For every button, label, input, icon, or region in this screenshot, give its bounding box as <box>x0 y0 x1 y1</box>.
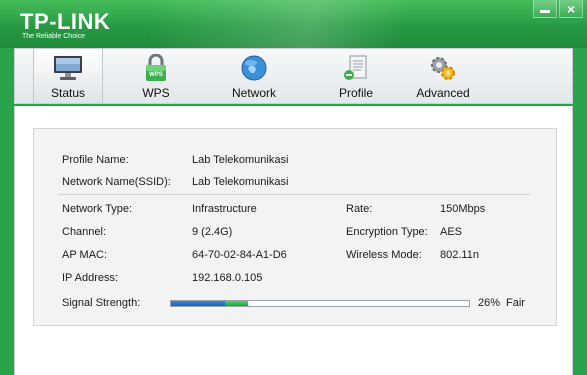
close-icon: × <box>566 0 576 17</box>
signal-fill-green <box>225 301 248 306</box>
monitor-icon <box>53 54 83 82</box>
network-type-label: Network Type: <box>62 203 133 215</box>
profile-name-label: Profile Name: <box>62 154 129 166</box>
minimize-button[interactable] <box>533 0 557 18</box>
divider <box>58 194 530 195</box>
tab-status[interactable]: Status <box>33 49 103 103</box>
channel-value: 9 (2.4G) <box>192 226 233 238</box>
ap-mac-value: 64-70-02-84-A1-D6 <box>192 249 287 261</box>
signal-percent: 26% <box>478 297 501 309</box>
content-area: Profile Name: Lab Telekomunikasi Network… <box>14 106 573 375</box>
title-bar[interactable]: TP-LINK The Reliable Choice × <box>0 0 587 48</box>
tab-wps[interactable]: WPS WPS <box>121 49 191 103</box>
globe-icon <box>239 54 269 82</box>
tab-advanced[interactable]: Advanced <box>403 49 483 103</box>
window-controls: × <box>533 0 583 18</box>
profile-document-icon <box>341 54 371 82</box>
wireless-mode-label: Wireless Mode: <box>346 249 422 261</box>
gears-icon <box>428 54 458 82</box>
wps-lock-icon: WPS <box>141 53 171 82</box>
encryption-label: Encryption Type: <box>346 226 428 238</box>
signal-fill-blue <box>171 301 225 306</box>
ip-address-label: IP Address: <box>62 272 119 284</box>
main-toolbar: Status WPS WPS Network Profile Advanced <box>14 48 573 104</box>
rate-value: 150Mbps <box>440 203 486 215</box>
ssid-label: Network Name(SSID): <box>62 176 171 188</box>
svg-text:WPS: WPS <box>149 72 163 78</box>
signal-quality: Fair <box>506 297 525 309</box>
app-window: TP-LINK The Reliable Choice × Status WPS… <box>0 0 587 375</box>
wireless-mode-value: 802.11n <box>440 249 479 261</box>
logo-text: TP-LINK <box>20 9 111 34</box>
tp-link-logo: TP-LINK The Reliable Choice <box>20 9 111 41</box>
tab-profile-label: Profile <box>338 86 373 100</box>
signal-strength-label: Signal Strength: <box>62 297 141 309</box>
rate-label: Rate: <box>346 203 373 215</box>
ssid-value: Lab Telekomunikasi <box>192 176 289 188</box>
signal-strength-fill <box>171 301 248 306</box>
tab-network[interactable]: Network <box>219 49 289 103</box>
minimize-icon <box>540 10 550 13</box>
tab-profile[interactable]: Profile <box>321 49 391 103</box>
ip-address-value: 192.168.0.105 <box>192 272 263 284</box>
encryption-value: AES <box>440 226 463 238</box>
tab-advanced-label: Advanced <box>416 86 470 100</box>
ap-mac-label: AP MAC: <box>62 249 108 261</box>
tab-status-label: Status <box>50 86 86 100</box>
network-type-value: Infrastructure <box>192 203 257 215</box>
channel-label: Channel: <box>62 226 107 238</box>
close-button[interactable]: × <box>559 0 583 18</box>
status-panel: Profile Name: Lab Telekomunikasi Network… <box>33 128 557 326</box>
profile-name-value: Lab Telekomunikasi <box>192 154 289 166</box>
signal-strength-bar <box>170 300 470 307</box>
tab-network-label: Network <box>231 86 276 100</box>
tab-wps-label: WPS <box>142 86 170 100</box>
